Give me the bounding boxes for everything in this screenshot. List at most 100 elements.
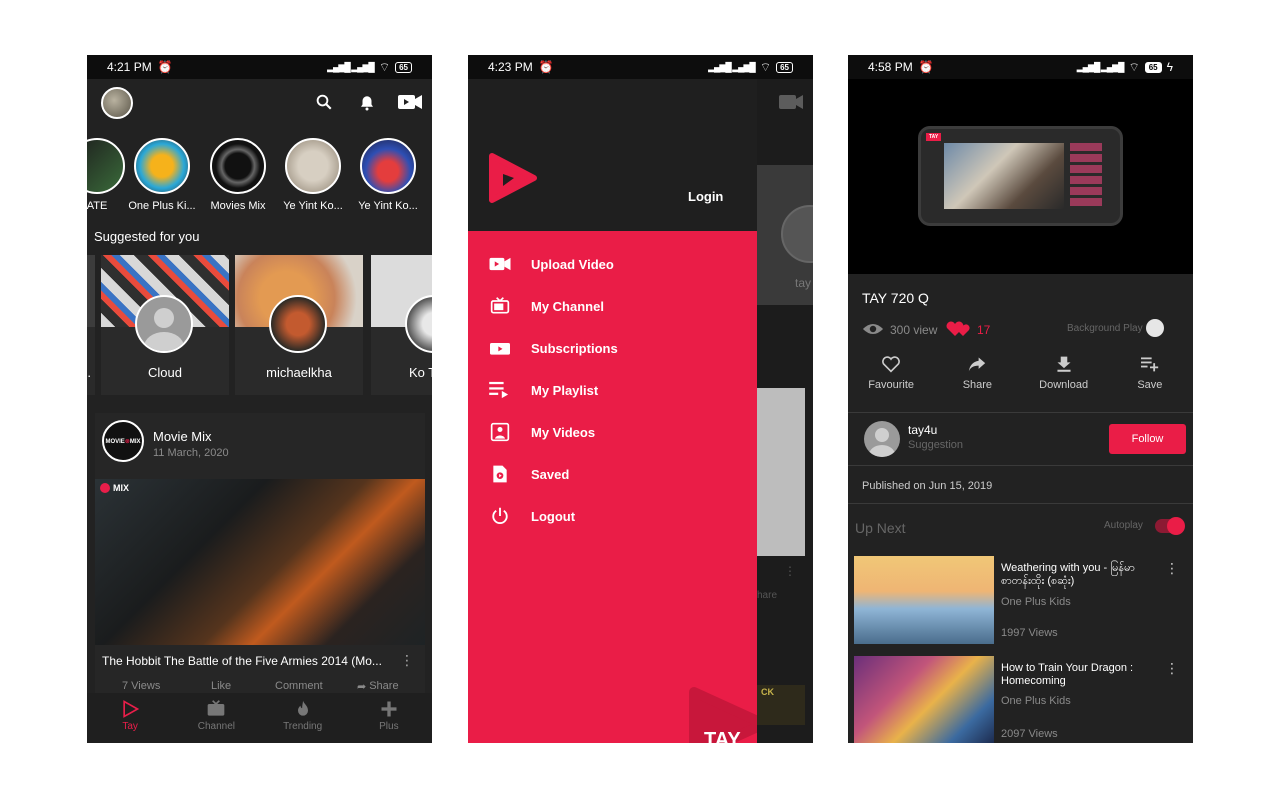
up-next-views: 1997 Views: [1001, 627, 1058, 639]
suggested-name: Ko T: [409, 365, 432, 380]
video-preview: [944, 143, 1064, 209]
search-icon[interactable]: [315, 93, 333, 111]
favourite-button[interactable]: Favourite: [848, 355, 934, 391]
status-time: 4:21 PM: [107, 60, 152, 74]
home-screen: 4:21 PM ⏰ ▂▄▆█ ▂▄▆█ ⌔ 65 ATE One Plus Ki...…: [87, 55, 432, 743]
nav-label: Tay: [122, 721, 138, 732]
suggested-card[interactable]: ...: [87, 255, 95, 395]
menu-upload-video[interactable]: Upload Video: [468, 243, 757, 285]
save-button[interactable]: Save: [1107, 355, 1193, 391]
menu-label: Logout: [531, 508, 576, 524]
up-next-channel: One Plus Kids: [1001, 596, 1071, 608]
power-icon: [468, 507, 531, 525]
menu-subscriptions[interactable]: Subscriptions: [468, 327, 757, 369]
comment-button[interactable]: Comment: [275, 680, 323, 692]
background-play-toggle[interactable]: [1146, 319, 1164, 337]
nav-channel[interactable]: Channel: [173, 693, 259, 743]
nav-tay[interactable]: Tay: [87, 693, 173, 743]
video-camera-icon: [468, 257, 531, 271]
story-label: Movies Mix: [210, 200, 266, 212]
hero-badge: TAY: [926, 133, 942, 141]
divider: [848, 503, 1193, 504]
nav-plus[interactable]: Plus: [346, 693, 432, 743]
story-item[interactable]: ATE: [87, 138, 132, 212]
autoplay-toggle[interactable]: [1155, 517, 1185, 538]
avatar: [269, 295, 327, 353]
up-next-item[interactable]: Weathering with you - မြန်မာစာတန်းထိုး (…: [854, 556, 1189, 646]
up-next-thumbnail[interactable]: [854, 556, 994, 644]
divider: [848, 412, 1193, 413]
story-item[interactable]: Ye Yint Ko...: [278, 138, 348, 212]
action-label: Favourite: [868, 379, 915, 391]
drawer-header: Login: [468, 79, 757, 231]
share-button[interactable]: ➦ Share: [357, 680, 399, 693]
menu-my-videos[interactable]: My Videos: [468, 411, 757, 453]
status-time: 4:58 PM: [868, 60, 913, 74]
share-button[interactable]: Share: [934, 355, 1020, 391]
channel-subtitle: Suggestion: [908, 439, 964, 451]
share-icon: [969, 357, 986, 372]
video-camera-icon[interactable]: [398, 94, 422, 110]
subscriptions-icon: [468, 340, 531, 356]
bell-icon[interactable]: [358, 93, 376, 113]
more-options-icon[interactable]: ⋮: [400, 652, 414, 669]
status-bar: 4:58 PM ⏰ ▂▄▆█ ▂▄▆█ ⌔ 65 ϟ: [848, 55, 1193, 79]
story-item[interactable]: Movies Mix: [203, 138, 273, 212]
background-text: hare: [757, 590, 778, 601]
profile-avatar[interactable]: [101, 87, 133, 119]
story-item[interactable]: One Plus Ki...: [127, 138, 197, 212]
menu-my-playlist[interactable]: My Playlist: [468, 369, 757, 411]
bottom-navigation: Tay Channel Trending Plus: [87, 693, 432, 743]
nav-trending[interactable]: Trending: [260, 693, 346, 743]
video-camera-icon: [779, 94, 803, 110]
background-thumbnail: CK: [757, 685, 805, 725]
watermark-text: TAY: [704, 729, 741, 743]
suggested-card[interactable]: Cloud: [101, 255, 229, 395]
playlist-add-icon: [1140, 357, 1159, 372]
video-sidebar-preview: [1070, 143, 1102, 209]
menu-saved[interactable]: Saved: [468, 453, 757, 495]
avatar: [135, 295, 193, 353]
video-actions: Favourite Share Download Save: [848, 355, 1193, 391]
background-play-label: Background Play: [1067, 323, 1143, 334]
post-channel-name[interactable]: Movie Mix: [153, 429, 212, 444]
app-logo-icon: [488, 152, 538, 204]
heart-icon[interactable]: [945, 321, 973, 337]
menu-logout[interactable]: Logout: [468, 495, 757, 537]
wifi-icon: ⌔: [759, 59, 772, 74]
login-button[interactable]: Login: [688, 189, 723, 204]
channel-avatar[interactable]: [864, 421, 900, 457]
up-next-thumbnail[interactable]: [854, 656, 994, 743]
video-player[interactable]: TAY: [848, 79, 1193, 274]
video-thumbnail[interactable]: [95, 479, 425, 645]
post-title[interactable]: The Hobbit The Battle of the Five Armies…: [102, 654, 392, 668]
menu-my-channel[interactable]: My Channel: [468, 285, 757, 327]
like-button[interactable]: Like: [211, 680, 231, 692]
more-options-icon[interactable]: ⋮: [1165, 560, 1179, 577]
up-next-title-text: Weathering with you - မြန်မာစာတန်းထိုး (…: [1001, 562, 1135, 587]
more-options-icon[interactable]: ⋮: [1165, 660, 1179, 677]
menu-label: My Videos: [531, 424, 596, 440]
battery-icon: 65: [776, 61, 793, 73]
suggested-card[interactable]: Ko T: [371, 255, 432, 395]
action-label: Save: [1137, 379, 1163, 391]
alarm-icon: ⏰: [918, 60, 934, 74]
battery-icon: 65: [1144, 61, 1162, 73]
suggested-card[interactable]: michaelkha: [235, 255, 363, 395]
battery-icon: 65: [395, 61, 412, 73]
nav-label: Trending: [283, 721, 323, 732]
action-label: Download: [1039, 379, 1089, 391]
channel-name[interactable]: tay4u: [908, 423, 937, 437]
story-item[interactable]: Ye Yint Ko...: [353, 138, 423, 212]
navigation-drawer: Login Upload Video My Channel Subscripti…: [468, 79, 757, 743]
download-button[interactable]: Download: [1021, 355, 1107, 391]
follow-button[interactable]: Follow: [1109, 424, 1186, 454]
menu-label: My Channel: [531, 298, 604, 314]
video-player-screen: 4:58 PM ⏰ ▂▄▆█ ▂▄▆█ ⌔ 65 ϟ TAY TAY 720 Q 300…: [848, 55, 1193, 743]
post-date: 11 March, 2020: [153, 447, 229, 459]
post-views: 7 Views: [122, 680, 161, 692]
menu-label: Upload Video: [531, 256, 614, 272]
up-next-item[interactable]: How to Train Your Dragon : Homecoming On…: [854, 656, 1189, 743]
wifi-icon: ⌔: [1128, 59, 1140, 74]
channel-avatar[interactable]: MOVIE⊗MIX: [102, 420, 144, 462]
